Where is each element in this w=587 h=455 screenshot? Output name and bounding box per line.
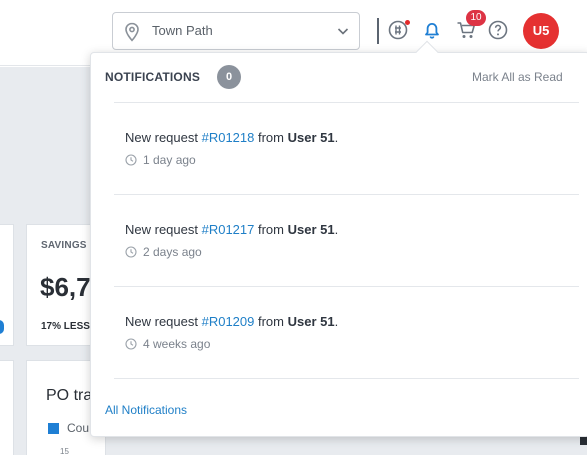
request-link[interactable]: #R01217 [202,222,255,237]
time-text: 2 days ago [143,245,202,259]
location-select[interactable]: Town Path [112,12,360,50]
notification-prefix: New request [125,314,202,329]
notification-text: New request #R01217 from User 51. [125,222,565,237]
notifications-count-badge: 0 [217,65,241,89]
notification-prefix: New request [125,130,202,145]
po-title: PO tra [46,387,93,404]
divider [114,286,579,287]
notification-text: New request #R01209 from User 51. [125,314,565,329]
notification-time: 1 day ago [125,153,565,167]
savings-value: $6,7 [40,272,91,302]
notification-suffix: . [334,130,339,145]
notification-mid: from [254,222,288,237]
legend-label: Cou [67,421,90,435]
notification-suffix: . [334,222,339,237]
help-icon[interactable] [487,19,509,41]
divider [114,194,579,195]
header-divider [377,18,379,44]
notification-user: User 51 [287,130,335,145]
notification-prefix: New request [125,222,202,237]
dashboard-card [0,360,14,455]
legend-swatch [48,423,59,434]
clock-icon [125,154,137,166]
notification-text: New request #R01218 from User 51. [125,130,565,145]
time-text: 4 weeks ago [143,337,211,351]
notification-time: 4 weeks ago [125,337,565,351]
user-avatar[interactable]: U5 [523,13,559,49]
map-pin-icon [125,22,139,42]
notification-user: User 51 [287,222,335,237]
divider [114,102,579,103]
notifications-title: NOTIFICATIONS [105,70,201,84]
cart-count-badge: 10 [466,10,486,26]
currency-alert-dot [405,20,410,25]
notification-item[interactable]: New request #R01209 from User 51. 4 week… [125,314,565,351]
savings-label: SAVINGS [41,240,87,251]
notification-user: User 51 [287,314,335,329]
notification-time: 2 days ago [125,245,565,259]
notification-mid: from [254,314,288,329]
notification-suffix: . [334,314,339,329]
bell-icon[interactable] [421,19,443,41]
notification-mid: from [254,130,288,145]
chevron-down-icon [337,28,349,35]
savings-sub: 17% LESS [41,321,90,332]
clock-icon [125,246,137,258]
all-notifications-link[interactable]: All Notifications [105,403,187,417]
clock-icon [125,338,137,350]
mark-all-read-link[interactable]: Mark All as Read [472,70,563,84]
axis-tick: 15 [60,447,69,455]
location-value: Town Path [152,23,213,38]
request-link[interactable]: #R01209 [202,314,255,329]
time-text: 1 day ago [143,153,196,167]
divider [114,378,579,379]
request-link[interactable]: #R01218 [202,130,255,145]
notification-item[interactable]: New request #R01218 from User 51. 1 day … [125,130,565,167]
notification-item[interactable]: New request #R01217 from User 51. 2 days… [125,222,565,259]
